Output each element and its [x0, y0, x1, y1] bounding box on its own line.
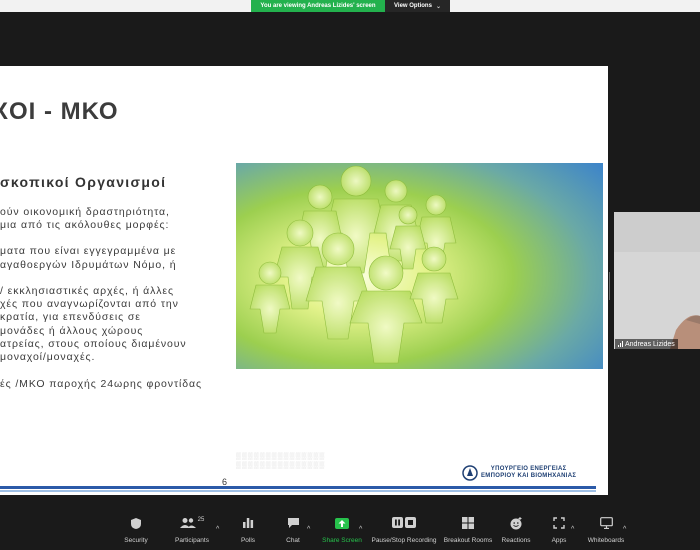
- ministry-line-1: ΥΠΟΥΡΓΕΙΟ ΕΝΕΡΓΕΙΑΣ: [490, 465, 567, 472]
- chevron-down-icon: ⌄: [435, 3, 441, 10]
- chat-label: Chat: [286, 537, 300, 544]
- body-line: μοναχοί/μοναχές.: [0, 351, 96, 363]
- participant-count: 25: [197, 517, 205, 523]
- chat-caret-icon[interactable]: ^: [307, 526, 310, 533]
- body-line: κρατία, για επενδύσεις σε: [0, 311, 141, 323]
- polls-label: Polls: [240, 537, 256, 544]
- apps-caret-icon[interactable]: ^: [571, 526, 574, 533]
- reactions-label: Reactions: [501, 537, 531, 544]
- people-circle-image: [236, 163, 603, 369]
- body-line: ούν οικονομική δραστηριότητα,: [0, 206, 170, 218]
- chat-button[interactable]: Chat: [283, 513, 303, 550]
- participant-name: Andreas Lizides: [625, 340, 675, 348]
- body-line: ατρείας, στους οποίους διαμένουν: [0, 338, 187, 350]
- whiteboards-label: Whiteboards: [587, 537, 625, 544]
- body-line: ματα που είναι εγγεγραμμένα με: [0, 245, 177, 257]
- viewing-label: You are viewing Andreas Lizides' screen: [251, 0, 385, 12]
- breakout-rooms-icon: [462, 517, 474, 529]
- shield-icon: [131, 517, 141, 529]
- signal-bars-icon: [618, 341, 623, 347]
- split-handle[interactable]: [609, 272, 612, 300]
- security-button[interactable]: Security: [123, 513, 149, 550]
- ministry-line-2: ΕΜΠΟΡΙΟΥ ΚΑΙ ΒΙΟΜΗΧΑΝΙΑΣ: [481, 473, 577, 479]
- ministry-logo: ΥΠΟΥΡΓΕΙΟ ΕΝΕΡΓΕΙΑΣ ΕΜΠΟΡΙΟΥ ΚΑΙ ΒΙΟΜΗΧΑ…: [462, 465, 576, 481]
- share-screen-button[interactable]: Share Screen: [321, 513, 363, 550]
- viewing-banner: You are viewing Andreas Lizides' screen …: [251, 0, 450, 12]
- polls-icon: [243, 518, 254, 528]
- participants-caret-icon[interactable]: ^: [216, 526, 219, 533]
- body-line: αγαθοεργών Ιδρυμάτων Νόμο, ή: [0, 259, 177, 271]
- apps-icon: [553, 517, 565, 529]
- share-screen-icon: [335, 517, 349, 529]
- participant-video[interactable]: [614, 212, 700, 349]
- body-line: / εκκλησιαστικές αρχές, ή άλλες: [0, 285, 174, 297]
- body-line: μονάδες ή άλλους χώρους: [0, 325, 144, 337]
- recording-label: Pause/Stop Recording: [371, 537, 437, 544]
- polls-button[interactable]: Polls: [238, 513, 258, 550]
- apps-button[interactable]: Apps: [549, 513, 569, 550]
- ministry-emblem-icon: [462, 465, 478, 481]
- video-feed-icon: [614, 212, 700, 349]
- participants-icon: [179, 518, 196, 528]
- slide-title: ΧΟΙ - ΜΚΟ: [0, 98, 119, 125]
- apps-label: Apps: [551, 537, 567, 544]
- chat-icon: [287, 518, 299, 528]
- whiteboards-icon: [599, 517, 613, 529]
- reactions-button[interactable]: Reactions: [501, 513, 531, 550]
- security-label: Security: [124, 537, 148, 544]
- participants-button[interactable]: 25 Participants: [174, 513, 210, 550]
- share-caret-icon[interactable]: ^: [359, 526, 362, 533]
- body-line: χές που αναγνωρίζονται από την: [0, 298, 179, 310]
- recording-button[interactable]: Pause/Stop Recording: [371, 513, 437, 550]
- reactions-icon: [510, 516, 521, 529]
- participants-label: Participants: [175, 537, 209, 544]
- share-screen-label: Share Screen: [322, 537, 362, 544]
- footer-bar-light: [0, 490, 596, 492]
- slide-subtitle: σκοπικοί Οργανισμοί: [0, 174, 167, 190]
- whiteboards-caret-icon[interactable]: ^: [623, 526, 626, 533]
- recording-icon: [392, 517, 416, 528]
- faint-watermark: ▒▒▒▒▒▒▒▒▒▒▒▒▒▒▒ ▒▒▒▒▒▒▒▒▒▒▒▒▒▒▒: [236, 453, 326, 469]
- whiteboards-button[interactable]: Whiteboards: [587, 513, 625, 550]
- body-line: ές /ΜΚΟ παροχής 24ωρης φροντίδας: [0, 378, 202, 390]
- body-line: μια από τις ακόλουθες μορφές:: [0, 219, 170, 231]
- view-options-label: View Options: [394, 3, 432, 9]
- meeting-toolbar: Security 25 Participants ^ Polls Chat ^ …: [0, 513, 700, 550]
- breakout-rooms-button[interactable]: Breakout Rooms: [444, 513, 492, 550]
- view-options-button[interactable]: View Options ⌄: [385, 0, 450, 12]
- shared-slide: ΧΟΙ - ΜΚΟ σκοπικοί Οργανισμοί ούν οικονο…: [0, 66, 608, 495]
- breakout-rooms-label: Breakout Rooms: [443, 537, 493, 544]
- people-circle-illustration: [236, 163, 603, 369]
- footer-bar: [0, 486, 596, 489]
- participant-name-tag: Andreas Lizides: [615, 339, 678, 349]
